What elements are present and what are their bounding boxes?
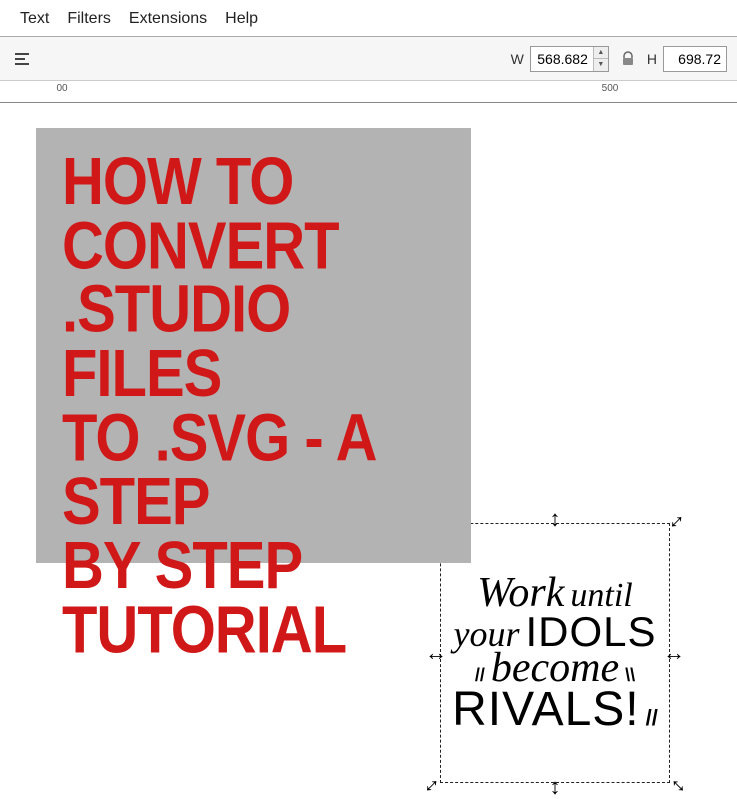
overlay-line: HOW TO CONVERT [62,150,445,278]
quote-text: RIVALS! [452,688,640,731]
width-label: W [511,51,524,67]
align-icon[interactable] [10,47,34,71]
overlay-line: BY STEP TUTORIAL [62,534,445,662]
resize-handle-e[interactable]: ↔ [663,642,685,664]
height-input[interactable] [664,48,726,70]
menu-help[interactable]: Help [225,10,258,28]
overlay-line: .STUDIO FILES [62,278,445,406]
height-label: H [647,51,657,67]
ruler-mark: 00 [56,83,67,94]
menu-bar: Text Filters Extensions Help [0,0,737,37]
menu-filters[interactable]: Filters [67,10,111,28]
resize-handle-n[interactable]: ↕ [550,508,561,530]
width-up[interactable]: ▲ [594,47,608,59]
selection-bounding-box[interactable]: ↕ ↕ ↕ ↔ ↔ ↕ ↕ ↕ Work until your IDOLS //… [440,523,670,783]
lock-aspect-icon[interactable] [617,48,639,70]
resize-handle-s[interactable]: ↕ [550,776,561,798]
width-input[interactable] [531,48,593,70]
height-spinner[interactable] [663,46,727,72]
menu-extensions[interactable]: Extensions [129,10,207,28]
ruler-mark: 500 [602,83,619,94]
tutorial-overlay: HOW TO CONVERT .STUDIO FILES TO .SVG - A… [36,128,471,563]
resize-handle-sw[interactable]: ↕ [421,773,444,796]
quote-artwork[interactable]: Work until your IDOLS // become \\ RIVAL… [453,536,657,770]
quote-text: Work [477,575,564,613]
resize-handle-se[interactable]: ↕ [666,773,689,796]
width-down[interactable]: ▼ [594,59,608,71]
height-group: H [647,46,727,72]
overlay-title: HOW TO CONVERT .STUDIO FILES TO .SVG - A… [62,150,445,662]
menu-text[interactable]: Text [20,10,49,28]
canvas[interactable]: HOW TO CONVERT .STUDIO FILES TO .SVG - A… [0,103,737,723]
overlay-line: TO .SVG - A STEP [62,406,445,534]
width-spinner[interactable]: ▲ ▼ [530,46,609,72]
resize-handle-ne[interactable]: ↕ [666,509,689,532]
horizontal-ruler: 00 500 [0,81,737,103]
width-group: W ▲ ▼ [511,46,609,72]
toolbar: W ▲ ▼ H [0,37,737,81]
quote-text: until [570,581,632,612]
accent-icon: // [646,705,658,731]
